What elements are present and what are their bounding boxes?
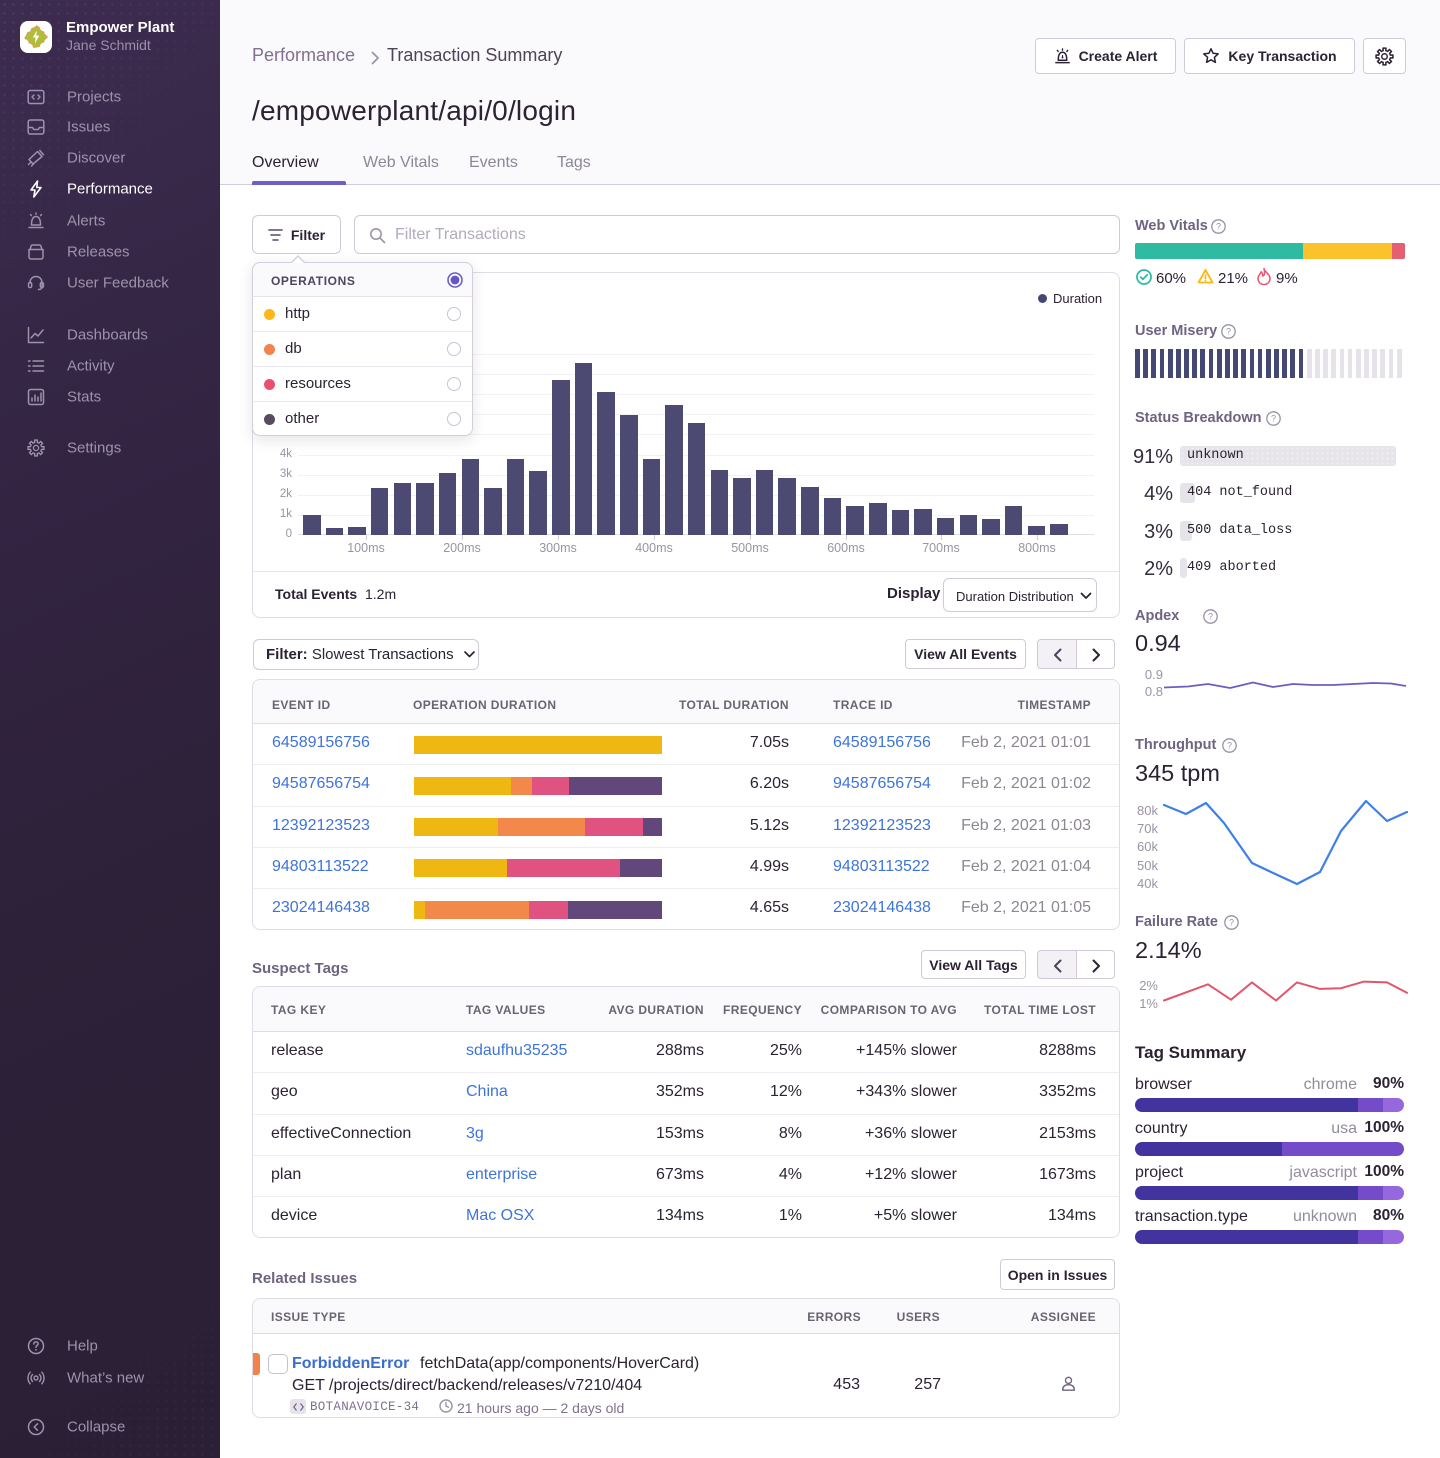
svg-text:?: ? [1216,222,1221,232]
svg-text:?: ? [1226,327,1231,337]
svg-text:?: ? [1271,414,1276,424]
svg-text:?: ? [1227,741,1232,751]
svg-text:?: ? [1208,612,1213,622]
svg-text:?: ? [1229,918,1234,928]
